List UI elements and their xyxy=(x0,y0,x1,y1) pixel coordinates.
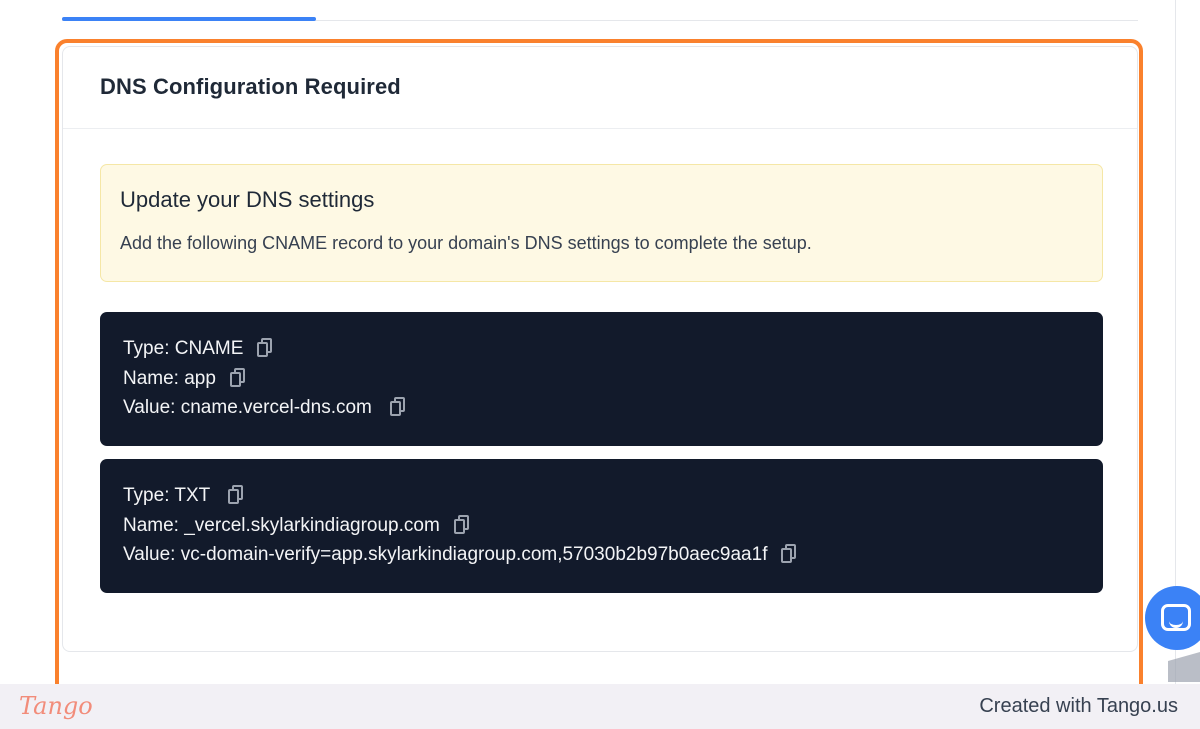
chat-launcher-button[interactable] xyxy=(1145,586,1200,650)
tango-logo: Tango xyxy=(19,692,93,720)
step-highlight-frame xyxy=(55,39,1143,720)
active-tab-indicator[interactable] xyxy=(62,17,316,21)
footer-bar: Tango Created with Tango.us xyxy=(0,684,1200,729)
chat-icon xyxy=(1161,604,1191,631)
created-with-text: Created with Tango.us xyxy=(979,695,1178,717)
